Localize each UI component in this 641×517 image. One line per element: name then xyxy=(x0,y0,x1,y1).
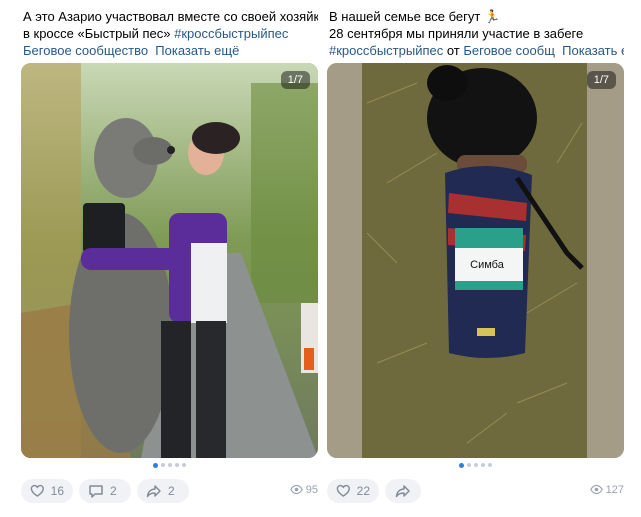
carousel-dot[interactable] xyxy=(481,463,485,467)
post-photo[interactable]: Симба 1/7 xyxy=(327,63,624,458)
like-button[interactable]: 22 xyxy=(327,479,379,503)
group-link[interactable]: Беговое сообщ xyxy=(463,43,555,58)
post-actions: 16 2 2 95 xyxy=(21,479,318,503)
carousel-dot-active[interactable] xyxy=(153,462,158,468)
carousel-dots xyxy=(327,461,624,469)
carousel-dot[interactable] xyxy=(467,463,471,467)
dog-in-jacket-photo: Симба xyxy=(327,63,624,458)
post-card-1: А это Азарио участвовал вместе со своей … xyxy=(21,0,318,517)
comment-icon xyxy=(89,485,103,498)
carousel-dot[interactable] xyxy=(161,463,165,467)
share-button[interactable] xyxy=(385,479,421,503)
hashtag-link[interactable]: #кроссбыстрыйпес xyxy=(329,43,443,58)
hashtag-link[interactable]: #кроссбыстрыйпес xyxy=(174,26,288,41)
views-count: 95 xyxy=(305,483,318,496)
dog-with-owner-photo xyxy=(21,63,318,458)
views-count: 127 xyxy=(605,483,624,496)
carousel-dot[interactable] xyxy=(175,463,179,467)
carousel-dot[interactable] xyxy=(168,463,172,467)
post-text-line: А это Азарио участвовал вместе со своей … xyxy=(23,9,318,24)
share-icon xyxy=(146,485,161,498)
photo-counter: 1/7 xyxy=(280,71,310,89)
eye-icon xyxy=(289,484,303,495)
race-bib-name: Симба xyxy=(470,259,505,271)
carousel-dot[interactable] xyxy=(182,463,186,467)
photo-counter: 1/7 xyxy=(586,71,616,89)
post-text: В нашей семье все бегут 🏃 28 сентября мы… xyxy=(329,8,624,59)
post-text-line: В нашей семье все бегут xyxy=(329,9,481,24)
runner-emoji-icon: 🏃 xyxy=(483,9,501,24)
views-counter: 127 xyxy=(589,483,624,496)
post-photo[interactable]: 1/7 xyxy=(21,63,318,458)
share-count: 2 xyxy=(168,484,175,498)
comment-button[interactable]: 2 xyxy=(79,479,131,503)
post-text-line: в кроссе «Быстрый пес» xyxy=(23,26,175,41)
show-more-link[interactable]: Показать ещё xyxy=(562,43,624,58)
carousel-dot[interactable] xyxy=(474,463,478,467)
post-text: А это Азарио участвовал вместе со своей … xyxy=(23,8,318,59)
views-counter: 95 xyxy=(289,483,318,496)
share-button[interactable]: 2 xyxy=(137,479,189,503)
carousel-dots xyxy=(21,461,318,469)
heart-icon xyxy=(30,484,44,497)
from-label: от xyxy=(443,43,464,58)
post-text-line: 28 сентября мы приняли участие в забеге xyxy=(329,26,584,41)
group-link[interactable]: Беговое сообщество xyxy=(23,43,148,58)
carousel-dot[interactable] xyxy=(488,463,492,467)
share-icon xyxy=(395,485,410,498)
post-card-2: В нашей семье все бегут 🏃 28 сентября мы… xyxy=(327,0,624,517)
show-more-link[interactable]: Показать ещё xyxy=(155,43,239,58)
eye-icon xyxy=(589,484,603,495)
like-button[interactable]: 16 xyxy=(21,479,73,503)
post-actions: 22 127 xyxy=(327,479,624,503)
like-count: 16 xyxy=(50,484,64,498)
like-count: 22 xyxy=(356,484,370,498)
comment-count: 2 xyxy=(110,484,117,498)
heart-icon xyxy=(336,484,350,497)
carousel-dot-active[interactable] xyxy=(459,462,464,468)
